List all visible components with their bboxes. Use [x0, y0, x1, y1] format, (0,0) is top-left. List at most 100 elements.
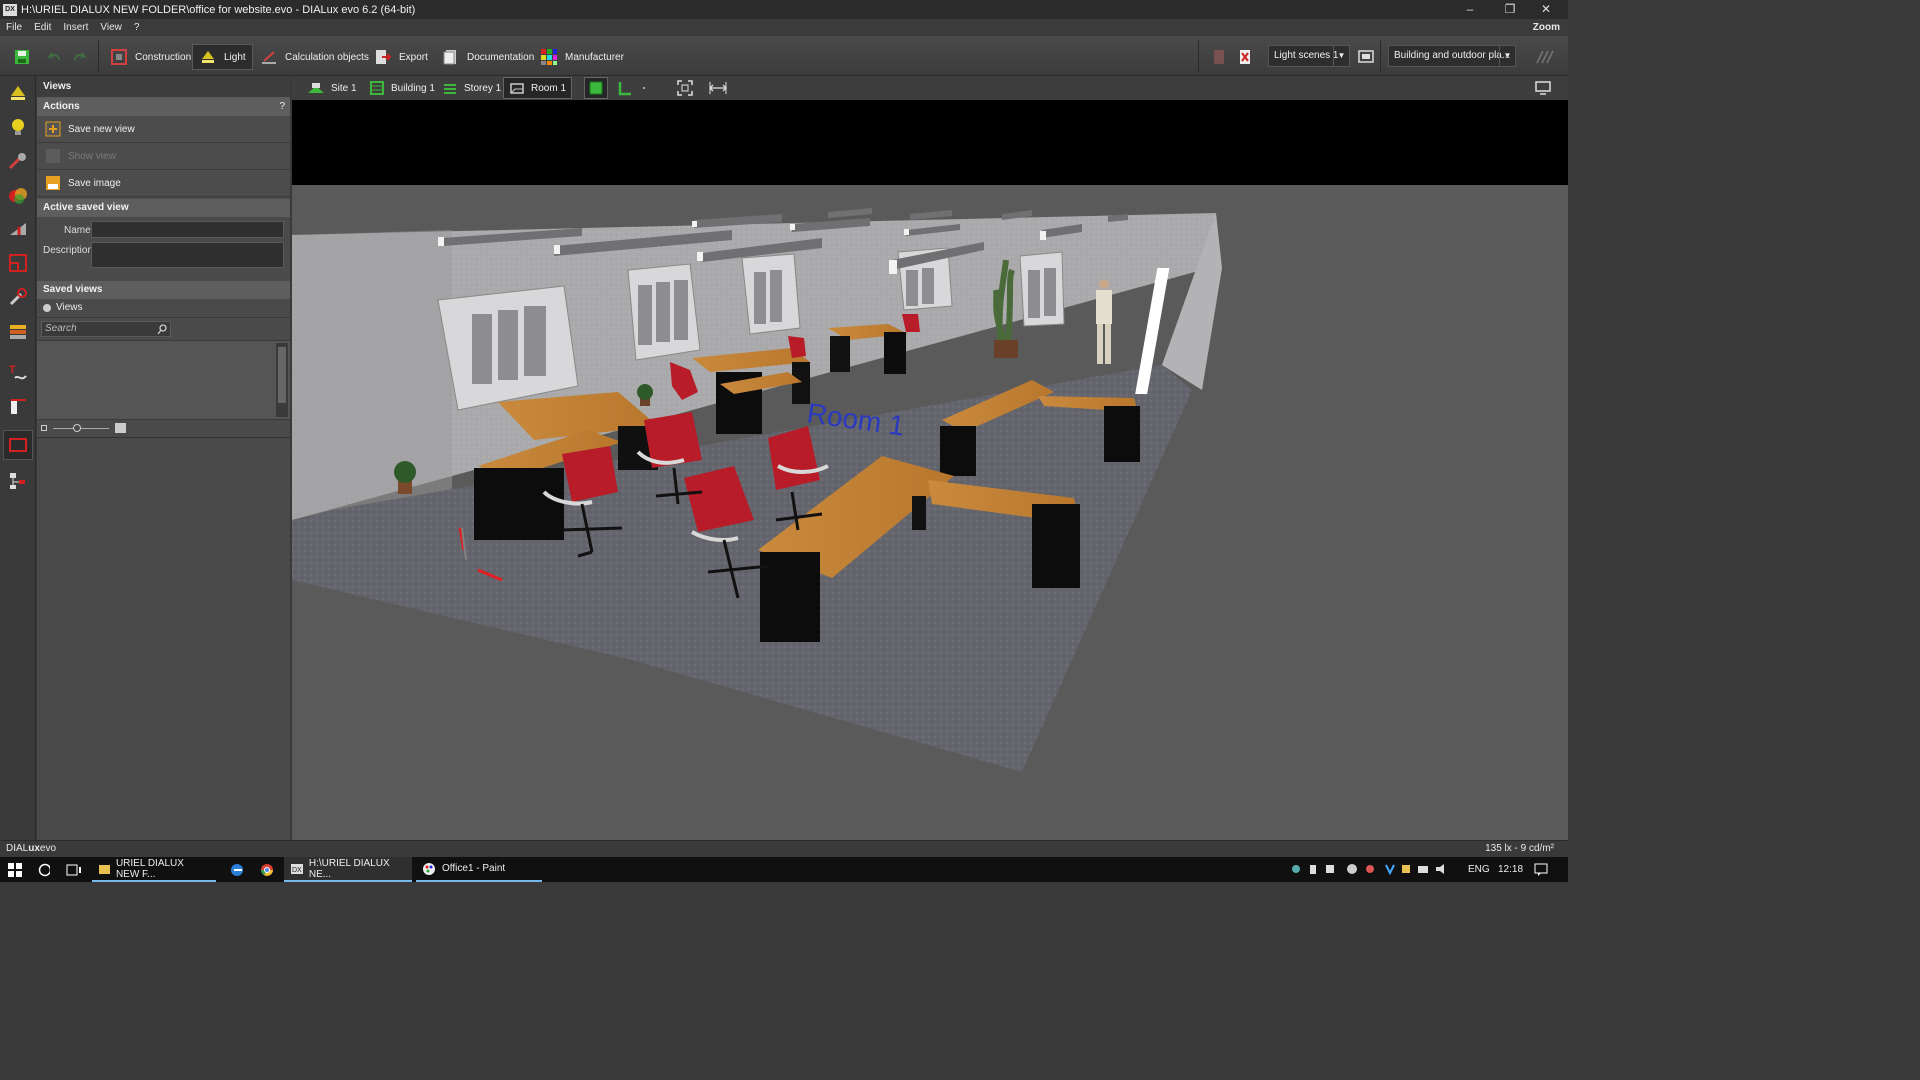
- zoom-label[interactable]: Zoom: [1533, 22, 1560, 33]
- scrollbar-thumb[interactable]: [278, 347, 286, 403]
- 3d-view-button[interactable]: [584, 77, 608, 99]
- taskbar-explorer[interactable]: URIEL DIALUX NEW F...: [92, 857, 216, 882]
- action-center-button[interactable]: [1534, 857, 1548, 882]
- hatch-button[interactable]: [1530, 44, 1560, 70]
- crumb-storey[interactable]: Storey 1: [437, 77, 506, 99]
- view-toolbar: Site 1 Building 1 Storey 1 Room 1: [292, 76, 1568, 100]
- crumb-room[interactable]: Room 1: [503, 77, 573, 99]
- crumb-room-label: Room 1: [531, 82, 567, 94]
- tab-light-label: Light: [224, 51, 246, 63]
- dot-icon: [643, 87, 645, 89]
- search-input[interactable]: Search: [41, 321, 171, 337]
- menu-view[interactable]: View: [94, 22, 128, 33]
- view-options-button[interactable]: [640, 77, 648, 99]
- tab-calculation-objects-label: Calculation objects: [285, 51, 369, 63]
- views-panel: Views Actions ? Save new view Show view …: [37, 76, 290, 840]
- rail-wrench[interactable]: [3, 282, 33, 312]
- task-view-button[interactable]: [60, 857, 88, 882]
- rail-plan[interactable]: [3, 392, 33, 422]
- tab-construction[interactable]: Construction: [104, 44, 197, 70]
- rail-light-edit[interactable]: [3, 146, 33, 176]
- menu-insert[interactable]: Insert: [57, 22, 94, 33]
- language-indicator[interactable]: ENG: [1468, 857, 1490, 882]
- scene-settings-button[interactable]: [1352, 44, 1380, 70]
- tab-manufacturer[interactable]: Manufacturer: [534, 44, 630, 70]
- crumb-building-label: Building 1: [391, 82, 435, 94]
- text-tool-icon: T: [9, 364, 27, 380]
- saved-views-list[interactable]: [37, 340, 290, 420]
- views-radio-label: Views: [56, 302, 83, 313]
- view-mode-dropdown[interactable]: Building and outdoor pla... ▼: [1388, 45, 1516, 67]
- rail-layers[interactable]: [3, 316, 33, 346]
- rail-bulb[interactable]: [3, 112, 33, 142]
- monitor-icon: [1358, 50, 1374, 63]
- help-icon[interactable]: ?: [279, 98, 285, 116]
- taskbar-chrome[interactable]: [254, 857, 280, 882]
- list-scrollbar[interactable]: [276, 343, 288, 417]
- rail-text[interactable]: T: [3, 358, 33, 388]
- taskbar-paint[interactable]: Office1 - Paint: [416, 857, 542, 882]
- floor-plan-button[interactable]: [614, 77, 636, 99]
- 3d-viewport[interactable]: Room 1: [292, 100, 1568, 840]
- start-button[interactable]: [2, 857, 28, 882]
- rail-measure[interactable]: [3, 214, 33, 244]
- light-scene-dropdown[interactable]: Light scenes 1 ▼: [1268, 45, 1350, 67]
- views-radio[interactable]: [43, 304, 51, 312]
- measure-tool-icon: [10, 223, 26, 235]
- rail-room[interactable]: [3, 248, 33, 278]
- folder-icon: [99, 864, 110, 874]
- search-taskbar-button[interactable]: [32, 857, 56, 882]
- tab-calculation-objects[interactable]: Calculation objects: [254, 44, 375, 70]
- room-icon: [510, 83, 524, 94]
- close-button[interactable]: ✕: [1528, 0, 1564, 19]
- save-button[interactable]: [8, 44, 36, 70]
- name-field[interactable]: [91, 221, 284, 238]
- fullscreen-button[interactable]: [1532, 77, 1554, 99]
- tab-light[interactable]: Light: [192, 44, 253, 70]
- slider-knob[interactable]: [73, 424, 81, 432]
- delete-scene-button[interactable]: [1232, 44, 1258, 70]
- light-edit-tool-icon: [8, 153, 26, 170]
- lamp-icon: [202, 51, 214, 63]
- redo-button[interactable]: [66, 44, 94, 70]
- menu-edit[interactable]: Edit: [28, 22, 57, 33]
- tab-export[interactable]: Export: [368, 44, 434, 70]
- rail-luminaire[interactable]: [3, 78, 33, 108]
- zoom-extents-button[interactable]: [674, 77, 696, 99]
- menu-file[interactable]: File: [0, 22, 28, 33]
- rail-tree[interactable]: [3, 466, 33, 496]
- search-icon: [157, 324, 167, 335]
- taskbar-dialux[interactable]: DX H:\URIEL DIALUX NE...: [284, 857, 412, 882]
- tab-documentation[interactable]: Documentation: [436, 44, 540, 70]
- menu-bar: File Edit Insert View ? Zoom: [0, 19, 1568, 36]
- save-image-button[interactable]: Save image: [37, 170, 290, 197]
- description-field[interactable]: [91, 242, 284, 268]
- taskbar-edge[interactable]: [224, 857, 250, 882]
- site-icon: [308, 83, 324, 93]
- scene-on-button[interactable]: [1206, 44, 1232, 70]
- brand-evo: evo: [39, 843, 57, 854]
- tray-icons[interactable]: [1290, 857, 1450, 882]
- window-title: H:\URIEL DIALUX NEW FOLDER\office for we…: [21, 3, 416, 16]
- search-row: Search: [37, 318, 290, 340]
- crumb-site-label: Site 1: [331, 82, 357, 94]
- windows-icon: [8, 862, 22, 877]
- save-new-view-button[interactable]: Save new view: [37, 116, 290, 143]
- minimize-button[interactable]: –: [1452, 0, 1488, 19]
- add-view-icon: [45, 121, 61, 137]
- status-bar: DIALuxevo 135 lx - 9 cd/m²: [0, 840, 1568, 857]
- menu-help[interactable]: ?: [128, 22, 146, 33]
- light-scene-value: Light scenes 1: [1274, 50, 1339, 61]
- measure-distance-button[interactable]: [706, 77, 730, 99]
- clock[interactable]: 12:18: [1498, 857, 1523, 882]
- show-view-button[interactable]: Show view: [37, 143, 290, 170]
- chevron-down-icon: ▼: [1499, 46, 1515, 66]
- rail-color[interactable]: [3, 180, 33, 210]
- crumb-site[interactable]: Site 1: [302, 77, 362, 99]
- crumb-building[interactable]: Building 1: [364, 77, 440, 99]
- restore-button[interactable]: ❐: [1492, 0, 1528, 19]
- rail-view[interactable]: [3, 430, 33, 460]
- thumbnail-slider[interactable]: [53, 428, 109, 429]
- task-view-icon: [66, 864, 81, 875]
- undo-button[interactable]: [40, 44, 68, 70]
